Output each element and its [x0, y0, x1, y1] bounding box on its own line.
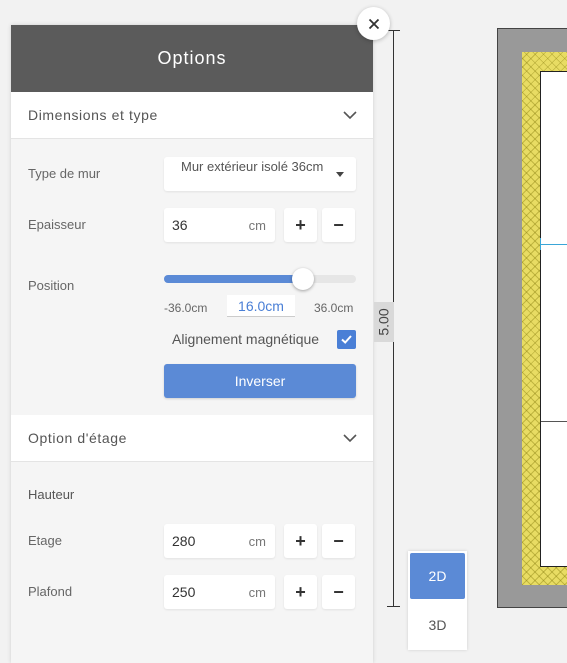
thickness-minus-button[interactable]: − [322, 208, 355, 242]
dimension-label: 5.00 [374, 302, 394, 342]
section-floor-header[interactable]: Option d'étage [11, 415, 373, 462]
row-thickness: Epaisseur 36 cm + − [11, 208, 373, 242]
close-icon [368, 18, 379, 29]
wall-type-label: Type de mur [28, 166, 101, 181]
thickness-label: Epaisseur [28, 217, 86, 232]
ceiling-minus-button[interactable]: − [322, 575, 355, 609]
ceiling-height-value: 250 [172, 584, 196, 600]
section-floor-title: Option d'étage [28, 430, 128, 446]
position-input[interactable]: 16.0cm [227, 295, 295, 317]
view-toggle: 2D 3D [408, 551, 467, 650]
check-icon [341, 335, 352, 344]
invert-button[interactable]: Inverser [164, 364, 356, 398]
view-2d-button[interactable]: 2D [410, 553, 465, 599]
floor-minus-button[interactable]: − [322, 524, 355, 558]
ceiling-height-input[interactable]: 250 cm [164, 575, 275, 609]
position-slider-fill [164, 275, 303, 283]
view-3d-button[interactable]: 3D [410, 602, 465, 648]
height-heading: Hauteur [28, 487, 75, 502]
floor-height-input[interactable]: 280 cm [164, 524, 275, 558]
section-dimensions-header[interactable]: Dimensions et type [11, 92, 373, 139]
dimension-tick-top [387, 30, 400, 31]
floor-label: Etage [28, 533, 62, 548]
options-panel: Options Dimensions et type Type de mur M… [11, 25, 373, 663]
row-ceiling: Plafond 250 cm + − [11, 575, 373, 609]
ceiling-label: Plafond [28, 584, 73, 599]
wall-type-value: Mur extérieur isolé 36cm [181, 159, 324, 174]
panel-title: Options [11, 25, 373, 92]
dimension-value: 5.00 [376, 308, 392, 336]
chevron-down-icon [343, 434, 357, 443]
room-interior[interactable] [540, 71, 567, 567]
position-slider-thumb[interactable] [291, 268, 314, 290]
row-floor: Etage 280 cm + − [11, 524, 373, 558]
measure-tick [540, 238, 541, 250]
floor-height-value: 280 [172, 533, 196, 549]
position-min: -36.0cm [164, 301, 208, 315]
position-slider[interactable] [164, 268, 356, 290]
position-max: 36.0cm [314, 301, 354, 315]
thickness-plus-button[interactable]: + [284, 208, 317, 242]
wall-type-select[interactable]: Mur extérieur isolé 36cm [164, 157, 356, 191]
position-label: Position [28, 278, 75, 293]
thickness-value: 36 [172, 217, 188, 233]
floor-height-unit: cm [248, 534, 266, 549]
ceiling-plus-button[interactable]: + [284, 575, 317, 609]
ceiling-height-unit: cm [248, 585, 266, 600]
thickness-unit: cm [248, 218, 266, 233]
row-wall-type: Type de mur Mur extérieur isolé 36cm [11, 157, 373, 191]
magnetic-alignment-checkbox[interactable] [337, 330, 356, 349]
dimension-tick-bottom [387, 606, 400, 607]
wall-segment-line [541, 421, 567, 422]
measure-line [541, 244, 567, 245]
caret-down-icon [336, 172, 344, 177]
thickness-input[interactable]: 36 cm [164, 208, 275, 242]
floor-plus-button[interactable]: + [284, 524, 317, 558]
chevron-down-icon [343, 111, 357, 120]
section-dimensions-title: Dimensions et type [28, 107, 158, 123]
close-button[interactable] [357, 7, 390, 40]
magnetic-alignment-label: Alignement magnétique [172, 331, 320, 347]
